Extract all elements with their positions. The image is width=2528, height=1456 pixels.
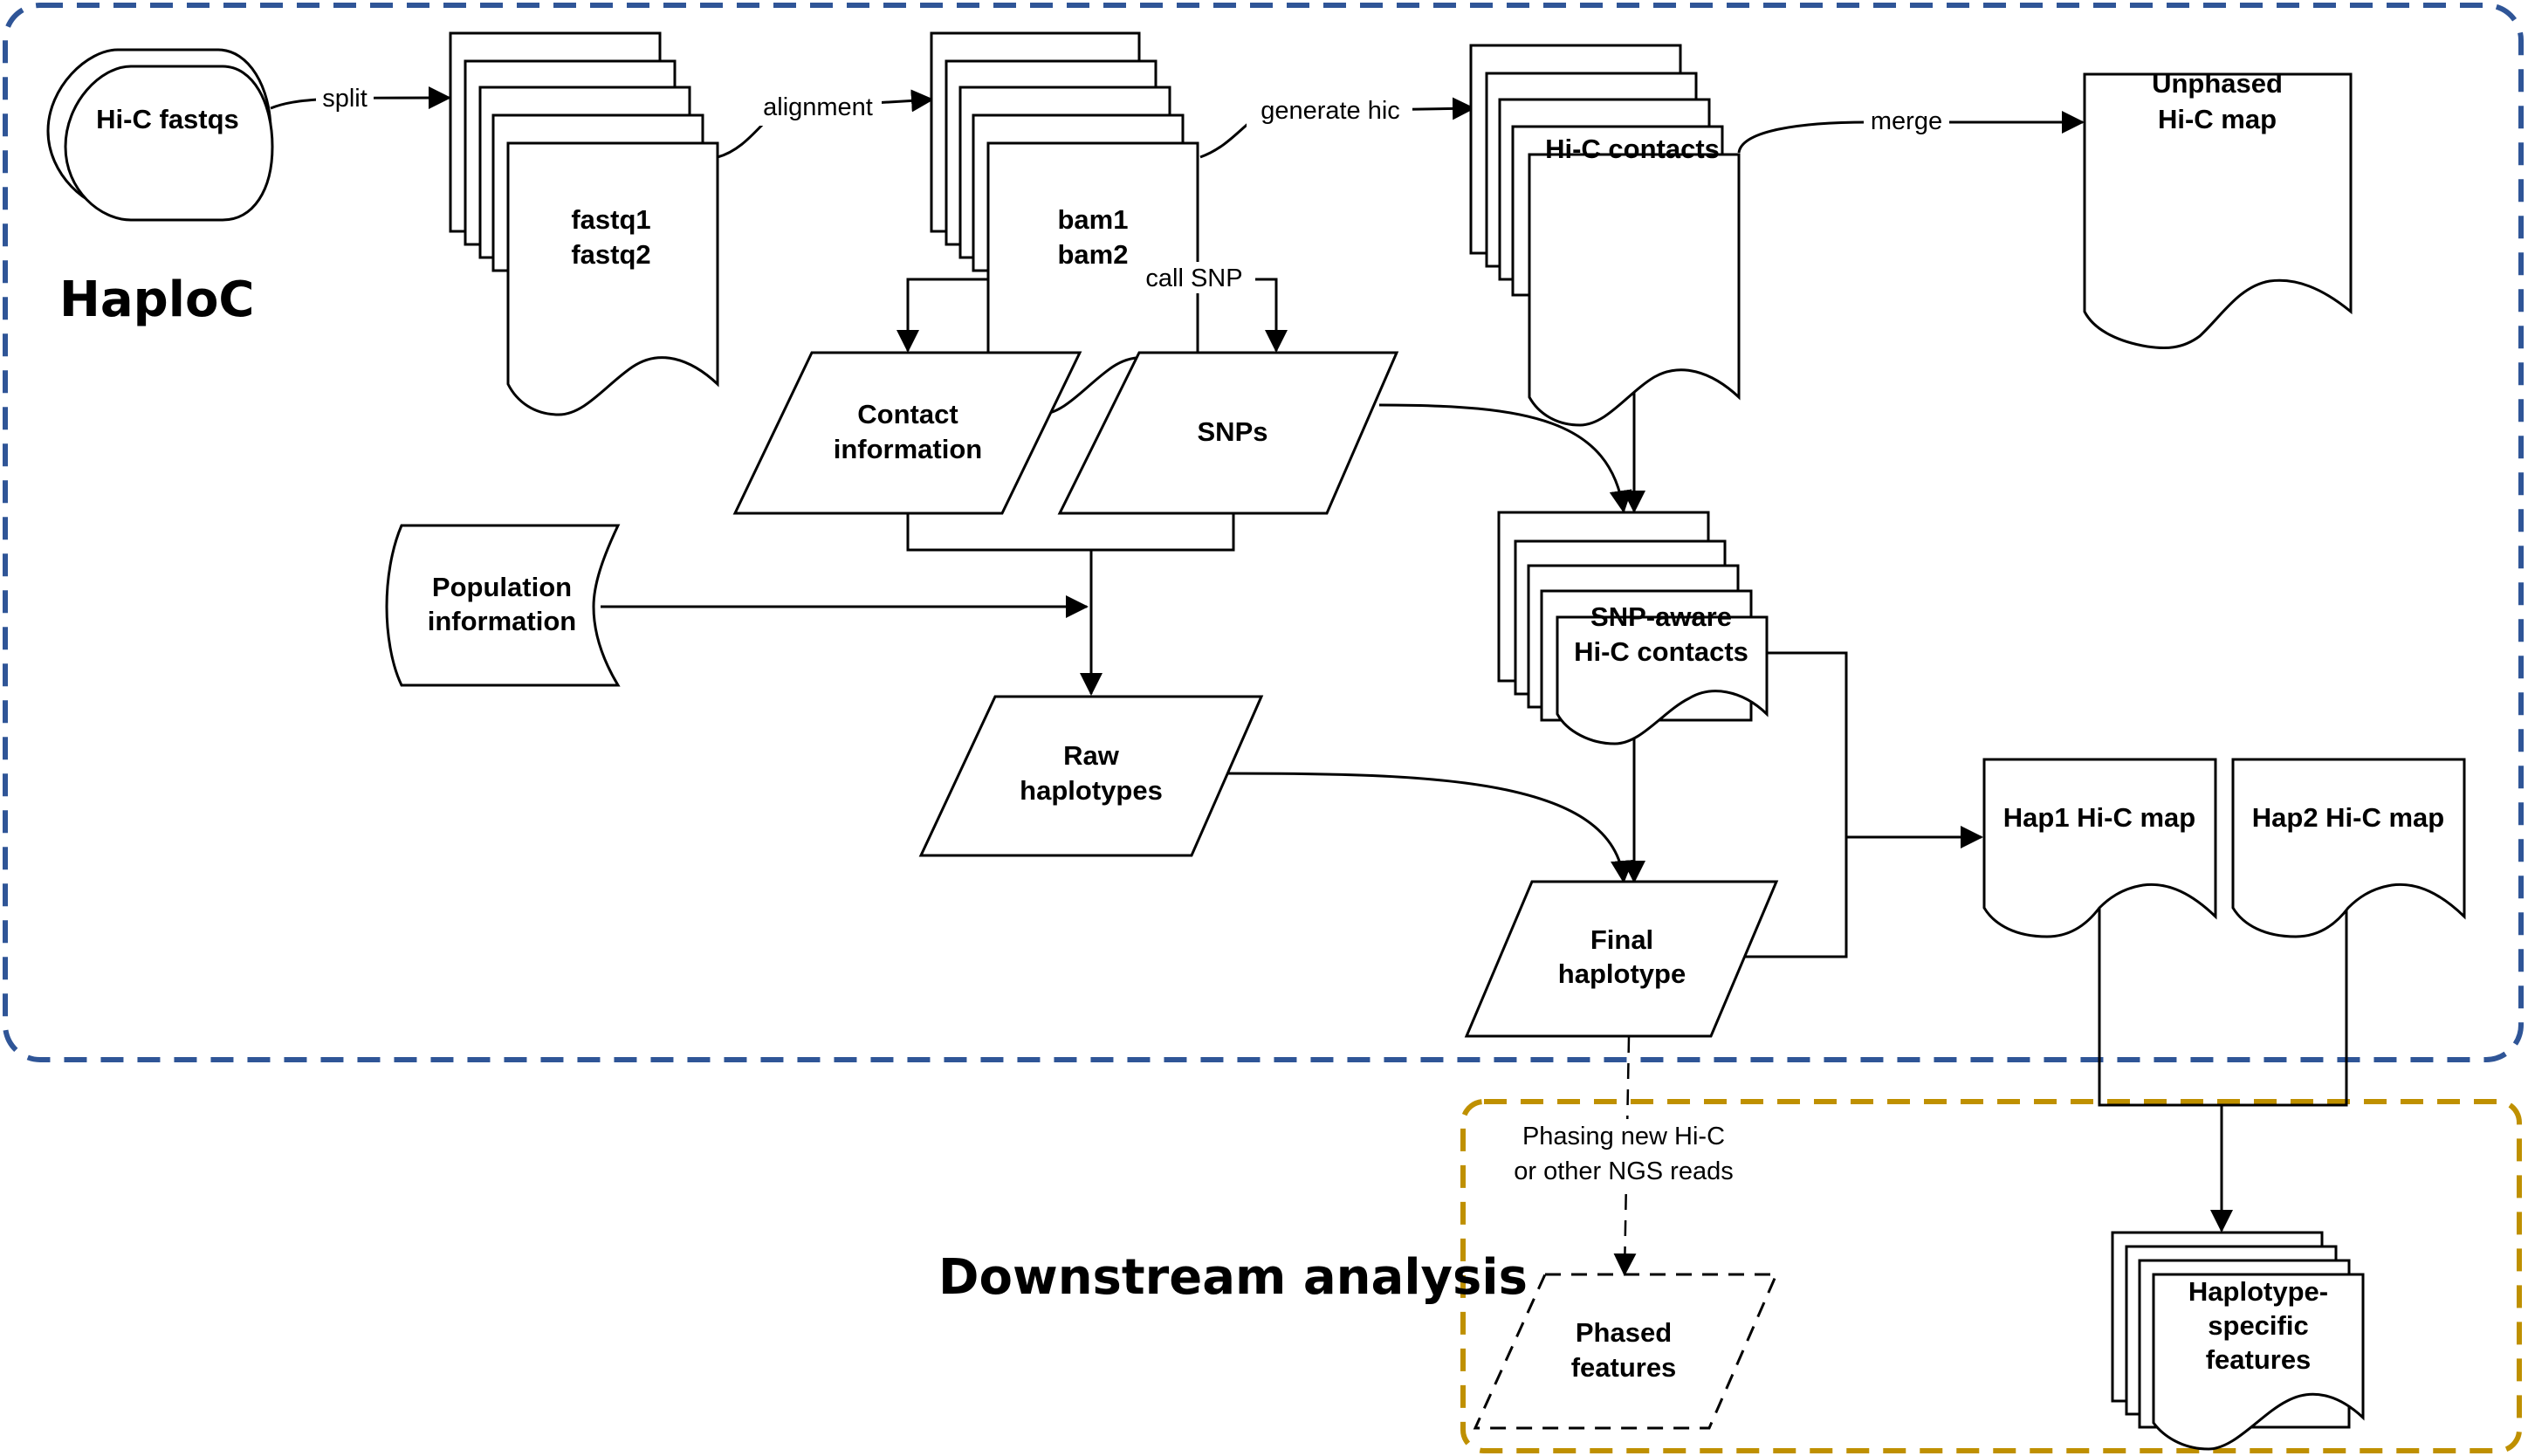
edge-split-label: split	[322, 85, 368, 113]
node-final-haplotype-label-1: Final	[1590, 924, 1653, 955]
node-population-info-label-1: Population	[432, 572, 572, 602]
node-hic-fastqs-label: Hi-C fastqs	[96, 104, 239, 134]
edge-raw-to-final	[1221, 772, 1633, 883]
edge-generate-hic-label: generate hic	[1261, 97, 1400, 125]
node-snps-label: SNPs	[1198, 416, 1268, 447]
node-hic-contacts: Hi-C contacts	[1469, 44, 1741, 427]
node-contact-info: Contact information	[732, 351, 1082, 515]
edge-hap-maps-bracket	[2098, 908, 2348, 1107]
node-snp-aware-contacts-label-2: Hi-C contacts	[1574, 636, 1748, 667]
node-unphased-map: Unphased Hi-C map	[2083, 68, 2353, 350]
haploc-group-title: HaploC	[59, 271, 255, 328]
node-haplotype-features: Haplotype- specific features	[2111, 1231, 2365, 1451]
node-contact-info-label-2: information	[834, 434, 983, 464]
node-population-info-label-2: information	[428, 606, 577, 636]
node-snp-aware-contacts-label-1: SNP-aware	[1590, 601, 1732, 632]
node-phased-features-label-2: features	[1571, 1352, 1677, 1383]
edge-phasing-label-2: or other NGS reads	[1514, 1157, 1733, 1185]
node-unphased-map-label-2: Hi-C map	[2158, 104, 2277, 134]
edge-alignment-label: alignment	[763, 93, 873, 121]
node-hic-fastqs: Hi-C fastqs	[46, 48, 274, 222]
node-unphased-map-label-1: Unphased	[2152, 68, 2283, 99]
node-hic-contacts-label: Hi-C contacts	[1545, 134, 1720, 164]
node-bams-label-2: bam2	[1058, 239, 1129, 270]
node-haplotype-features-label-1: Haplotype-	[2188, 1276, 2328, 1307]
node-final-haplotype-label-2: haplotype	[1558, 958, 1686, 989]
node-bams-label-1: bam1	[1058, 204, 1129, 235]
node-haplotype-features-label-2: specific	[2208, 1310, 2308, 1341]
node-hap1-map-label: Hap1 Hi-C map	[2003, 802, 2195, 833]
node-raw-haplotypes: Raw haplotypes	[918, 695, 1264, 857]
node-haplotype-features-label-3: features	[2206, 1344, 2312, 1375]
node-fastq-pairs-label-1: fastq1	[571, 204, 650, 235]
node-hap2-map-label: Hap2 Hi-C map	[2252, 802, 2444, 833]
edge-call-snp-label: call SNP	[1145, 264, 1242, 292]
node-fastq-pairs-label-2: fastq2	[571, 239, 650, 270]
node-snps: SNPs	[1057, 351, 1399, 515]
node-population-info: Population information	[385, 524, 621, 687]
node-snp-aware-contacts: SNP-aware Hi-C contacts	[1497, 511, 1769, 745]
edge-merge-label: merge	[1871, 107, 1942, 135]
edge-inputs-bracket	[906, 513, 1235, 552]
node-phased-features-label-1: Phased	[1576, 1317, 1672, 1348]
downstream-group-title: Downstream analysis	[938, 1249, 1528, 1306]
node-hap2-map: Hap2 Hi-C map	[2231, 758, 2466, 938]
node-raw-haplotypes-label-2: haplotypes	[1020, 775, 1163, 806]
node-fastq-pairs: fastq1 fastq2	[449, 31, 719, 416]
node-raw-haplotypes-label-1: Raw	[1063, 740, 1120, 771]
node-contact-info-label-1: Contact	[857, 399, 958, 429]
haploc-workflow-diagram: HaploC Downstream analysis Hi-C fastqs f…	[3, 3, 2524, 1453]
node-final-haplotype: Final haplotype	[1464, 880, 1779, 1038]
edge-phasing-label-1: Phasing new Hi-C	[1522, 1123, 1725, 1150]
